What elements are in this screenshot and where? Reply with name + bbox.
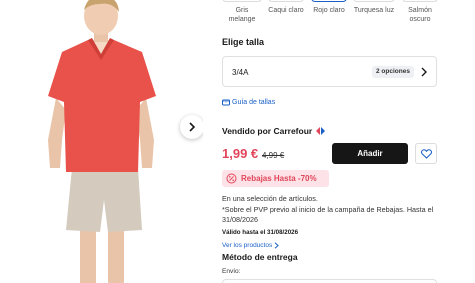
favorite-button[interactable] [415, 143, 437, 164]
heart-icon [420, 148, 432, 159]
discount-icon [226, 173, 237, 184]
size-title: Elige talla [222, 37, 265, 47]
sale-badge: Rebajas Hasta -70% [222, 170, 329, 187]
swatch-turquesa-luz[interactable]: Turquesa luz [353, 0, 395, 15]
chevron-right-icon [421, 67, 427, 77]
next-image-button[interactable] [180, 115, 203, 139]
shipping-option[interactable] [222, 279, 437, 283]
chevron-right-icon [189, 122, 196, 132]
delivery-title: Método de entrega [222, 252, 298, 262]
size-selector[interactable]: 3/4A 2 opciones [222, 56, 437, 87]
size-guide-link[interactable]: Guía de tallas [222, 99, 275, 106]
chevron-right-icon [274, 242, 279, 249]
shipping-label: Envío: [222, 268, 241, 275]
swatch-rojo-claro[interactable]: Rojo claro [311, 0, 347, 15]
carrefour-logo [316, 127, 326, 135]
old-price: 4,99 € [262, 151, 285, 160]
swatch-caqui-claro[interactable]: Caqui claro [268, 0, 304, 15]
swatch-salmon-oscuro[interactable]: Salmón oscuro [402, 0, 438, 24]
swatch-gris-melange[interactable]: Gris melange [222, 0, 262, 24]
product-info-panel: Gris melange Caqui claro Rojo claro Turq… [222, 0, 442, 283]
see-products-link[interactable]: Ver los productos [222, 242, 279, 249]
size-value: 3/4A [232, 68, 249, 77]
add-to-cart-button[interactable]: Añadir [332, 143, 408, 164]
promo-text: En una selección de artículos. [222, 194, 318, 203]
ruler-icon [222, 99, 230, 106]
sale-label: Rebajas Hasta -70% [241, 174, 317, 183]
color-swatches: Gris melange Caqui claro Rojo claro Turq… [222, 0, 442, 26]
seller-info: Vendido por Carrefour [222, 126, 326, 136]
options-badge: 2 opciones [372, 66, 414, 78]
product-image [0, 0, 203, 283]
model-photo [48, 0, 156, 283]
promo-validity: Válido hasta el 31/08/2026 [222, 229, 299, 236]
promo-conditions: *Sobre el PVP previo al inicio de la cam… [222, 205, 434, 224]
current-price: 1,99 € [222, 146, 259, 161]
